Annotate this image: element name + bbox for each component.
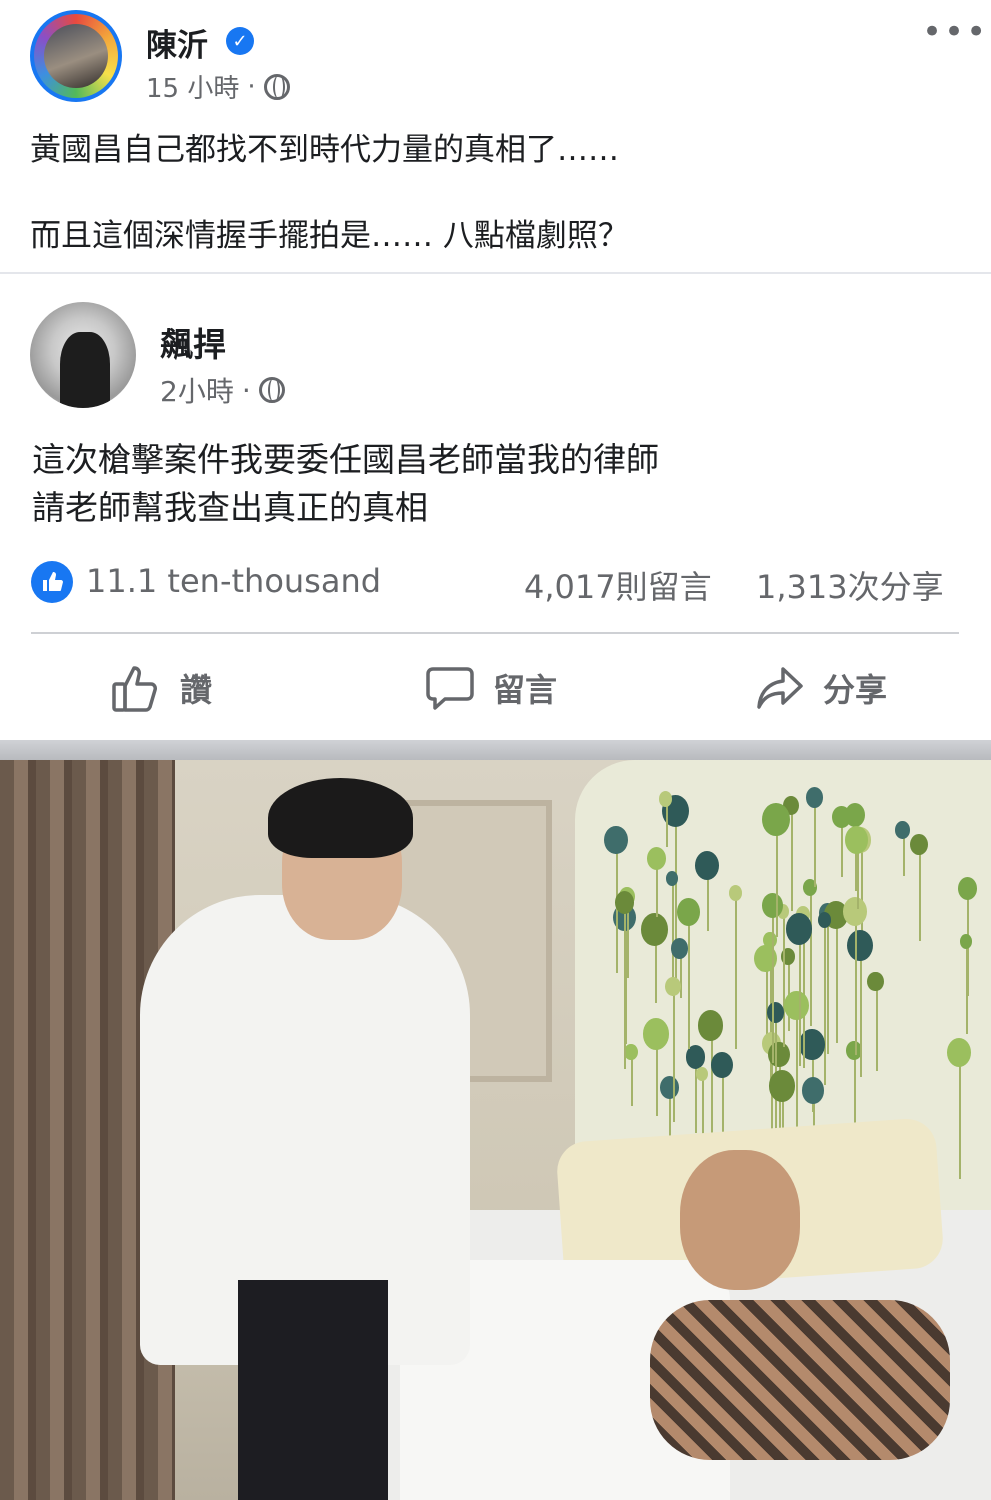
comment-count[interactable]: 4,017則留言: [524, 562, 712, 608]
comment-label: 留言: [493, 671, 558, 709]
like-button[interactable]: 讚: [110, 660, 212, 716]
post-meta: 15 小時 ·: [146, 68, 290, 105]
reaction-count[interactable]: 11.1 ten-thousand: [86, 562, 381, 600]
divider: [0, 272, 991, 274]
meta-separator: ·: [247, 71, 256, 102]
author-avatar[interactable]: [30, 10, 122, 102]
share-count[interactable]: 1,313次分享: [756, 562, 944, 608]
shared-text-line-1: 這次槍擊案件我要委任國昌老師當我的律師: [32, 440, 659, 479]
post-time[interactable]: 15 小時: [146, 68, 239, 105]
globe-icon: [258, 377, 285, 403]
verified-badge-icon: ✓: [226, 27, 254, 55]
share-button[interactable]: 分享: [755, 660, 887, 716]
share-label: 分享: [823, 671, 888, 709]
post-text-line-1: 黃國昌自己都找不到時代力量的真相了……: [30, 132, 619, 168]
shared-author-name[interactable]: 飆捍: [160, 318, 226, 366]
divider: [31, 632, 959, 634]
share-arrow-icon: [757, 667, 803, 709]
author-name[interactable]: 陳沂: [146, 20, 208, 65]
like-label: 讚: [180, 671, 213, 709]
meta-separator: ·: [241, 373, 251, 407]
shared-text-line-2: 請老師幫我查出真正的真相: [32, 488, 428, 527]
post-text-line-2: 而且這個深情握手擺拍是…… 八點檔劇照？: [30, 218, 629, 254]
feed-separator: [0, 740, 991, 760]
shared-author-avatar[interactable]: [30, 302, 136, 408]
comment-button[interactable]: 留言: [425, 660, 557, 716]
globe-icon: [263, 73, 290, 100]
shared-post-time[interactable]: 2小時: [160, 370, 234, 410]
more-options-button[interactable]: •••: [922, 12, 988, 52]
speech-bubble-icon: [426, 667, 474, 710]
post-photo[interactable]: [0, 760, 991, 1500]
thumbs-up-icon: [112, 666, 157, 712]
like-reaction-icon: [31, 561, 73, 603]
shared-post-meta: 2小時 ·: [160, 370, 285, 410]
